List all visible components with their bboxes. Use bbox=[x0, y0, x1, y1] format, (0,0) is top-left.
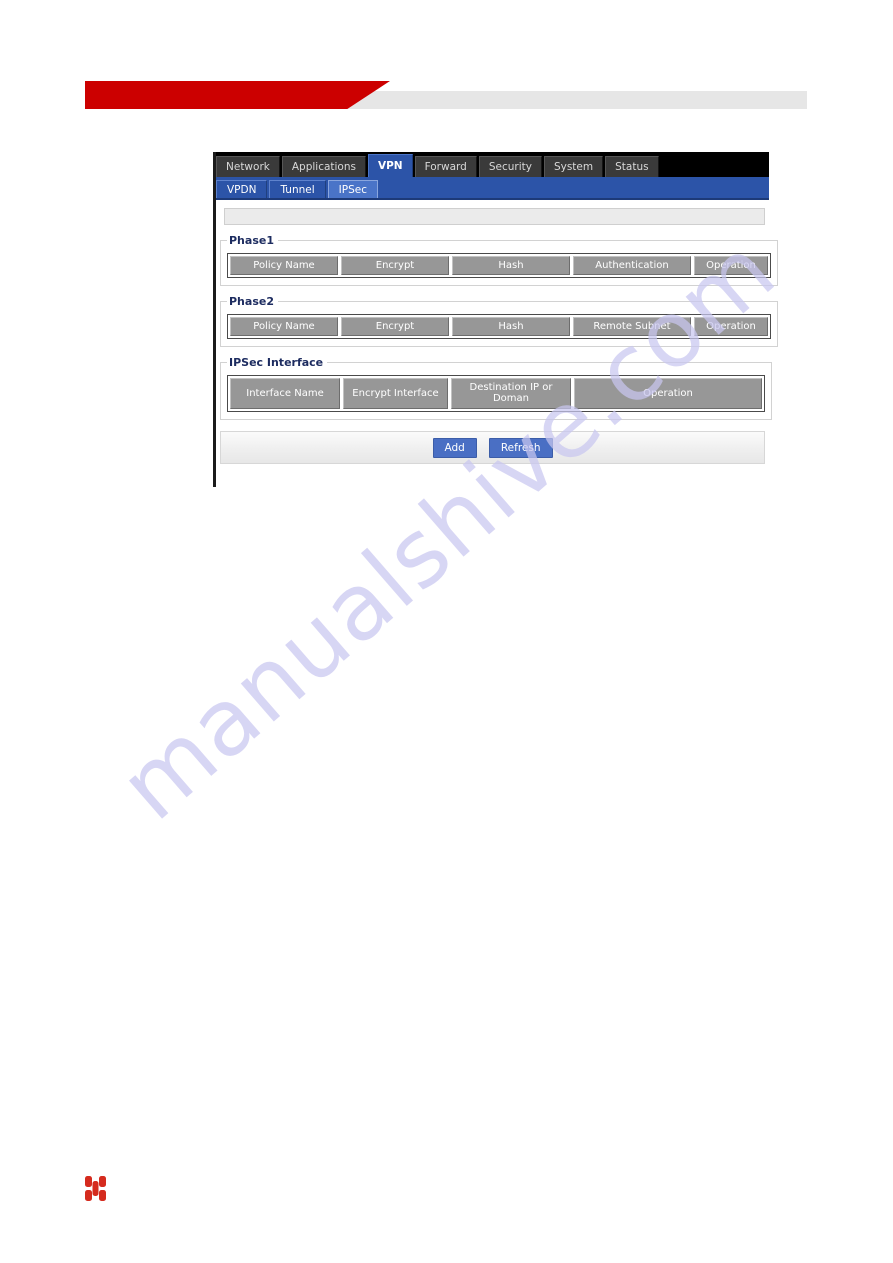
subnav-tab-ipsec[interactable]: IPSec bbox=[327, 180, 378, 198]
subnav-tab-vpdn[interactable]: VPDN bbox=[216, 180, 268, 198]
ipsec-col-operation: Operation bbox=[574, 378, 762, 409]
phase2-col-hash: Hash bbox=[452, 317, 570, 336]
section-phase1-legend: Phase1 bbox=[229, 234, 274, 247]
ipsec-interface-table: Interface Name Encrypt Interface Destina… bbox=[227, 375, 765, 412]
section-phase1: Phase1 Policy Name Encrypt Hash Authenti… bbox=[220, 234, 778, 286]
status-message-bar bbox=[224, 208, 765, 225]
section-phase2: Phase2 Policy Name Encrypt Hash Remote S… bbox=[220, 295, 778, 347]
add-button[interactable]: Add bbox=[432, 437, 477, 458]
ipsec-col-interface-name: Interface Name bbox=[230, 378, 340, 409]
header-red-shape bbox=[85, 81, 390, 109]
phase2-col-remote-subnet: Remote Subnet bbox=[573, 317, 691, 336]
footer-logo bbox=[85, 1176, 107, 1202]
refresh-button[interactable]: Refresh bbox=[488, 437, 553, 458]
hongdian-logo-icon bbox=[85, 1176, 106, 1201]
section-phase2-legend: Phase2 bbox=[229, 295, 274, 308]
nav-tab-network[interactable]: Network bbox=[216, 156, 280, 177]
nav-tab-forward[interactable]: Forward bbox=[414, 156, 477, 177]
section-ipsec-interface-legend: IPSec Interface bbox=[229, 356, 324, 369]
phase1-col-operation: Operation bbox=[694, 256, 768, 275]
nav-tab-applications[interactable]: Applications bbox=[281, 156, 366, 177]
nav-tab-status[interactable]: Status bbox=[605, 156, 659, 177]
nav-tab-security[interactable]: Security bbox=[478, 156, 542, 177]
action-button-bar: Add Refresh bbox=[220, 431, 765, 464]
sub-navigation-bar: VPDN Tunnel IPSec bbox=[216, 177, 769, 200]
nav-tab-system[interactable]: System bbox=[543, 156, 604, 177]
phase1-col-hash: Hash bbox=[452, 256, 570, 275]
router-web-ui: Network Applications VPN Forward Securit… bbox=[213, 152, 778, 487]
document-header-banner bbox=[0, 78, 893, 112]
subnav-tab-tunnel[interactable]: Tunnel bbox=[269, 180, 326, 198]
ui-content-body: Phase1 Policy Name Encrypt Hash Authenti… bbox=[216, 208, 778, 464]
phase1-table: Policy Name Encrypt Hash Authentication … bbox=[227, 253, 771, 278]
phase1-col-authentication: Authentication bbox=[573, 256, 691, 275]
ipsec-col-encrypt-interface: Encrypt Interface bbox=[343, 378, 448, 409]
phase1-col-policy-name: Policy Name bbox=[230, 256, 338, 275]
main-navigation-bar: Network Applications VPN Forward Securit… bbox=[216, 152, 769, 177]
phase2-table: Policy Name Encrypt Hash Remote Subnet O… bbox=[227, 314, 771, 339]
section-ipsec-interface: IPSec Interface Interface Name Encrypt I… bbox=[220, 356, 772, 420]
phase2-col-encrypt: Encrypt bbox=[341, 317, 449, 336]
nav-tab-vpn[interactable]: VPN bbox=[367, 154, 413, 177]
phase2-col-operation: Operation bbox=[694, 317, 768, 336]
ipsec-col-destination-ip-or-domain: Destination IP or Doman bbox=[451, 378, 571, 409]
phase1-col-encrypt: Encrypt bbox=[341, 256, 449, 275]
phase2-col-policy-name: Policy Name bbox=[230, 317, 338, 336]
